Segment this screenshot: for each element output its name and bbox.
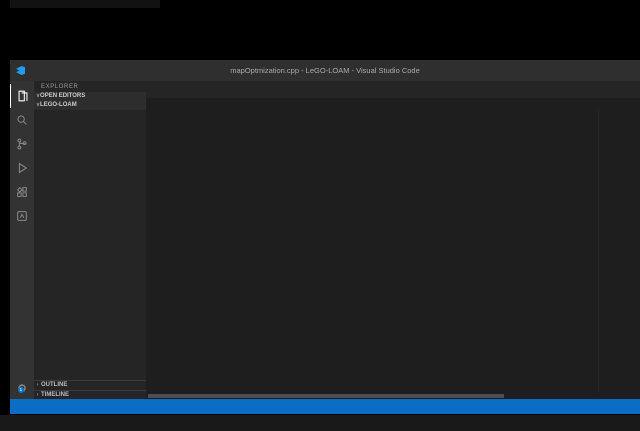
vscode-logo-icon <box>16 66 25 75</box>
run-debug-icon[interactable] <box>10 156 34 180</box>
source-control-icon[interactable] <box>10 132 34 156</box>
cmake-test-icon[interactable] <box>10 204 34 228</box>
chevron-right-icon: › <box>34 382 41 388</box>
windows-taskbar <box>0 414 640 431</box>
line-number-gutter[interactable] <box>146 110 179 393</box>
desktop-screen: mapOptmization.cpp - LeGO-LOAM - Visual … <box>0 0 640 431</box>
code-editor[interactable] <box>179 110 598 393</box>
window-title: mapOptmization.cpp - LeGO-LOAM - Visual … <box>10 66 640 75</box>
minimap[interactable] <box>598 110 640 393</box>
activity-bar: ⚙ 1 <box>10 81 34 399</box>
extensions-icon[interactable] <box>10 180 34 204</box>
settings-gear-icon[interactable]: ⚙ 1 <box>17 382 27 395</box>
horizontal-scrollbar[interactable] <box>146 393 640 399</box>
outline-section[interactable]: ›OUTLINE <box>34 380 146 390</box>
scrollbar-thumb[interactable] <box>148 394 504 398</box>
project-header[interactable]: ∨LEGO-LOAM <box>34 101 146 110</box>
top-letterbox-strip <box>10 0 160 8</box>
breadcrumb <box>146 98 640 110</box>
status-bar <box>10 399 640 414</box>
timeline-section[interactable]: ›TIMELINE <box>34 390 146 400</box>
search-icon[interactable] <box>10 108 34 132</box>
explorer-title: EXPLORER <box>34 81 146 92</box>
settings-badge: 1 <box>18 387 24 393</box>
explorer-icon[interactable] <box>10 84 34 108</box>
explorer-sidebar: EXPLORER ∨OPEN EDITORS ∨LEGO-LOAM ›OUTLI… <box>34 81 146 399</box>
chevron-right-icon: › <box>34 392 41 398</box>
vscode-window: mapOptmization.cpp - LeGO-LOAM - Visual … <box>10 60 640 414</box>
title-bar: mapOptmization.cpp - LeGO-LOAM - Visual … <box>10 60 640 81</box>
tab-bar <box>146 81 640 98</box>
open-editors-header[interactable]: ∨OPEN EDITORS <box>34 92 146 101</box>
editor-group <box>146 81 640 399</box>
